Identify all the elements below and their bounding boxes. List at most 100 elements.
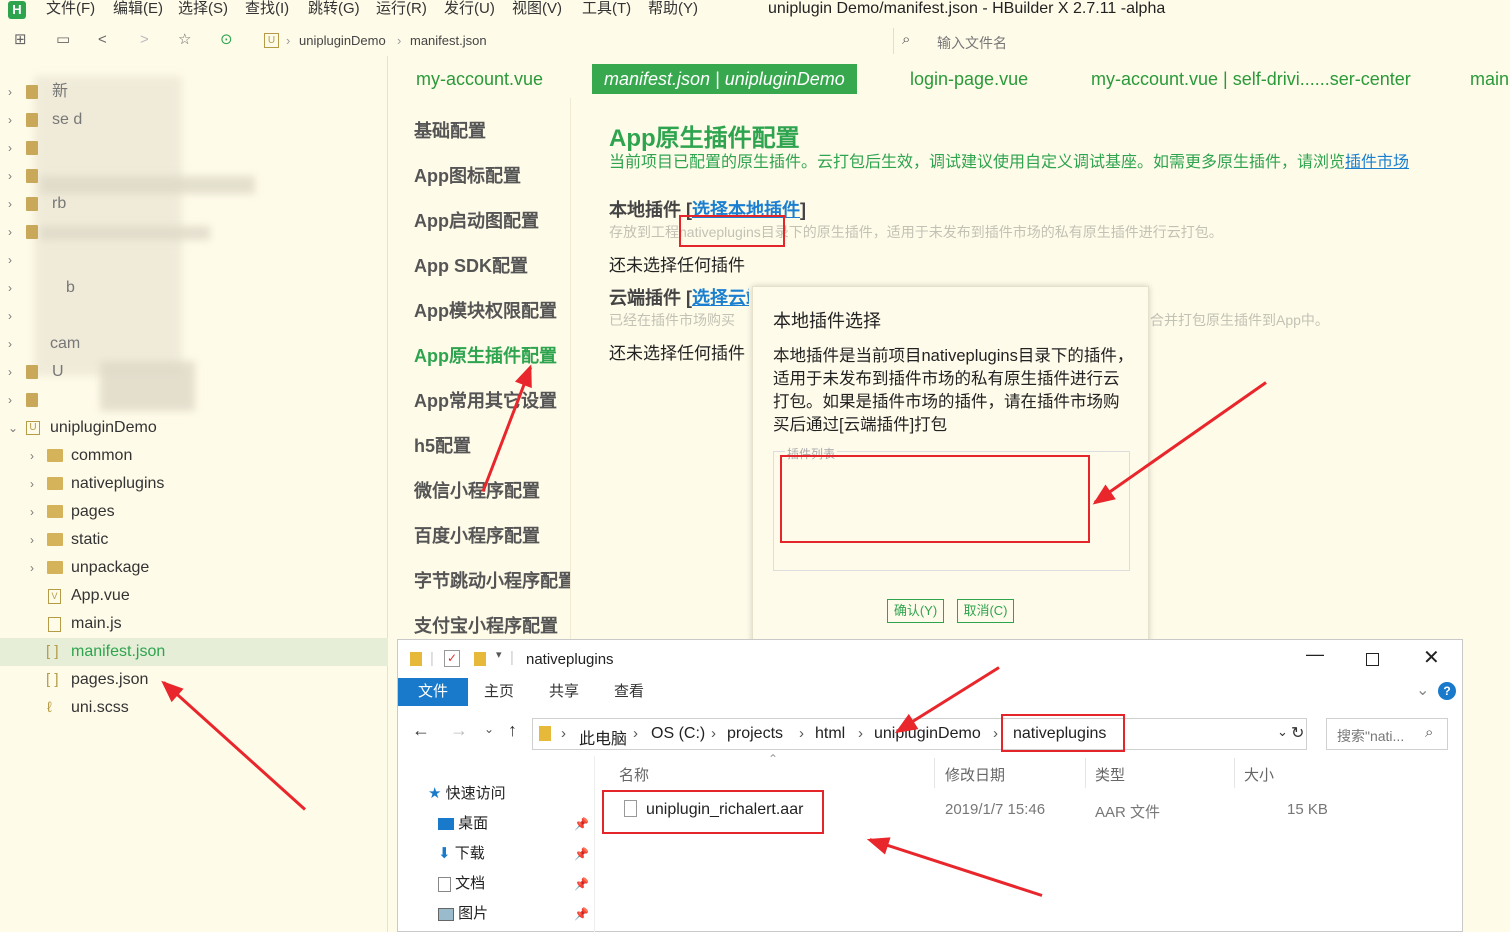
menu-run[interactable]: 运行(R) bbox=[376, 0, 427, 18]
tree-row[interactable]: › rb bbox=[0, 190, 388, 218]
select-cloud-plugin-link[interactable]: 选择云端插件 bbox=[692, 288, 749, 308]
tree-folder-nativeplugins[interactable]: › nativeplugins bbox=[0, 470, 388, 498]
forward-icon[interactable]: > bbox=[140, 31, 149, 49]
save-icon[interactable]: ▭ bbox=[56, 31, 70, 49]
tab-my-account[interactable]: my-account.vue bbox=[416, 64, 543, 94]
tree-row[interactable]: › 新 bbox=[0, 78, 388, 106]
tree-project-root[interactable]: ⌄ U unipluginDemo bbox=[0, 414, 388, 442]
tree-file-pages-json[interactable]: [ ] pages.json bbox=[0, 666, 388, 694]
menu-publish[interactable]: 发行(U) bbox=[444, 0, 495, 18]
close-icon[interactable]: ✕ bbox=[1423, 645, 1440, 670]
address-dropdown-icon[interactable]: ⌄ bbox=[1277, 724, 1288, 740]
explorer-search-input[interactable]: 搜索"nati... bbox=[1337, 726, 1404, 746]
explorer-search[interactable]: 搜索"nati... ⌕ bbox=[1326, 718, 1448, 750]
column-name[interactable]: 名称 bbox=[619, 764, 649, 785]
column-date[interactable]: 修改日期 bbox=[945, 764, 1005, 785]
new-file-icon[interactable]: ⊞ bbox=[14, 31, 27, 49]
path-projects[interactable]: projects bbox=[727, 725, 783, 743]
menu-tools[interactable]: 工具(T) bbox=[582, 0, 631, 18]
tree-row[interactable]: › cam bbox=[0, 330, 388, 358]
quick-access[interactable]: ★ 快速访问 bbox=[428, 780, 506, 808]
config-nav-baidu[interactable]: 百度小程序配置 bbox=[414, 522, 540, 548]
menu-select[interactable]: 选择(S) bbox=[178, 0, 228, 18]
column-type[interactable]: 类型 bbox=[1095, 764, 1125, 785]
config-nav-weixin[interactable]: 微信小程序配置 bbox=[414, 477, 540, 503]
breadcrumb-file[interactable]: manifest.json bbox=[410, 33, 487, 48]
tree-row[interactable]: › bbox=[0, 134, 388, 162]
path-drive[interactable]: OS (C:) bbox=[651, 725, 705, 743]
menu-find[interactable]: 查找(I) bbox=[245, 0, 289, 18]
config-nav-icon[interactable]: App图标配置 bbox=[414, 162, 521, 188]
ribbon-tab-file[interactable]: 文件 bbox=[398, 678, 468, 706]
menu-edit[interactable]: 编辑(E) bbox=[113, 0, 163, 18]
menu-view[interactable]: 视图(V) bbox=[512, 0, 562, 18]
ribbon-tab-share[interactable]: 共享 bbox=[549, 678, 579, 706]
menu-file[interactable]: 文件(F) bbox=[46, 0, 95, 18]
nav-pictures[interactable]: 图片 📌 bbox=[438, 900, 589, 928]
plugin-market-link[interactable]: 插件市场 bbox=[1345, 154, 1409, 171]
tree-row[interactable]: › bbox=[0, 302, 388, 330]
path-this-pc[interactable]: 此电脑 bbox=[579, 725, 627, 749]
up-arrow-icon[interactable]: ↑ bbox=[508, 720, 517, 741]
maximize-icon[interactable] bbox=[1366, 653, 1379, 666]
config-nav-sdk[interactable]: App SDK配置 bbox=[414, 252, 528, 278]
tree-folder-common[interactable]: › common bbox=[0, 442, 388, 470]
address-bar[interactable]: › 此电脑 › OS (C:) › projects › html › unip… bbox=[532, 714, 1307, 752]
file-search-bar[interactable]: ⌕ 输入文件名 bbox=[893, 28, 1510, 54]
tab-my-account-center[interactable]: my-account.vue | self-drivi......ser-cen… bbox=[1091, 64, 1411, 94]
tree-row[interactable]: › bbox=[0, 162, 388, 190]
minimize-icon[interactable]: — bbox=[1306, 644, 1324, 665]
back-arrow-icon[interactable]: ← bbox=[412, 720, 430, 741]
tab-manifest[interactable]: manifest.json | unipluginDemo bbox=[592, 64, 857, 94]
recent-dropdown-icon[interactable]: ⌄ bbox=[484, 722, 494, 736]
tree-file-main-js[interactable]: main.js bbox=[0, 610, 388, 638]
tree-file-app-vue[interactable]: V App.vue bbox=[0, 582, 388, 610]
quick-access-dropdown-icon[interactable]: ▾ bbox=[496, 648, 502, 661]
tree-folder-unpackage[interactable]: › unpackage bbox=[0, 554, 388, 582]
tree-row[interactable]: › se d bbox=[0, 106, 388, 134]
ribbon-tab-view[interactable]: 查看 bbox=[614, 678, 644, 706]
tree-folder-pages[interactable]: › pages bbox=[0, 498, 388, 526]
new-folder-icon[interactable] bbox=[474, 652, 486, 666]
config-nav-other[interactable]: App常用其它设置 bbox=[414, 387, 557, 413]
back-icon[interactable]: < bbox=[98, 31, 107, 49]
breadcrumb-project[interactable]: unipluginDemo bbox=[299, 33, 386, 48]
file-search-input[interactable]: 输入文件名 bbox=[937, 33, 1007, 53]
star-icon[interactable]: ☆ bbox=[178, 31, 191, 49]
properties-icon[interactable]: ✓ bbox=[444, 650, 460, 667]
menu-goto[interactable]: 跳转(G) bbox=[308, 0, 360, 18]
tree-row[interactable]: › U bbox=[0, 358, 388, 386]
path-project[interactable]: unipluginDemo bbox=[874, 725, 981, 743]
cloud-plugin-heading: 云端插件 [选择云端插件 bbox=[609, 284, 749, 310]
ribbon-expand-icon[interactable]: ⌄ bbox=[1416, 680, 1429, 700]
path-html[interactable]: html bbox=[815, 725, 845, 743]
tree-row[interactable]: › bbox=[0, 246, 388, 274]
forward-arrow-icon[interactable]: → bbox=[450, 720, 468, 741]
tab-main[interactable]: main bbox=[1470, 64, 1509, 94]
nav-desktop[interactable]: 桌面 📌 bbox=[438, 810, 589, 838]
column-size[interactable]: 大小 bbox=[1244, 764, 1274, 785]
confirm-button[interactable]: 确认(Y) bbox=[887, 599, 944, 623]
config-nav-permissions[interactable]: App模块权限配置 bbox=[414, 297, 557, 323]
tree-row[interactable]: › bbox=[0, 218, 388, 246]
nav-downloads[interactable]: ⬇ 下载 📌 bbox=[438, 840, 589, 868]
config-nav-toutiao[interactable]: 字节跳动小程序配置 bbox=[414, 567, 570, 593]
config-nav-splash[interactable]: App启动图配置 bbox=[414, 207, 539, 233]
tree-folder-static[interactable]: › static bbox=[0, 526, 388, 554]
cancel-button[interactable]: 取消(C) bbox=[957, 599, 1014, 623]
tree-file-manifest-json[interactable]: [ ] manifest.json bbox=[0, 638, 388, 666]
config-nav-basic[interactable]: 基础配置 bbox=[414, 117, 486, 143]
tree-row[interactable]: › b bbox=[0, 274, 388, 302]
tab-login-page[interactable]: login-page.vue bbox=[910, 64, 1028, 94]
tree-row[interactable]: › bbox=[0, 386, 388, 414]
run-icon[interactable]: ⊙ bbox=[220, 31, 233, 49]
refresh-icon[interactable]: ↻ bbox=[1291, 723, 1304, 743]
config-nav-alipay[interactable]: 支付宝小程序配置 bbox=[414, 612, 558, 638]
help-icon[interactable]: ? bbox=[1438, 682, 1456, 700]
nav-documents[interactable]: 文档 📌 bbox=[438, 870, 589, 898]
config-nav-native-plugins[interactable]: App原生插件配置 bbox=[414, 342, 557, 368]
ribbon-tab-home[interactable]: 主页 bbox=[484, 678, 514, 706]
menu-help[interactable]: 帮助(Y) bbox=[648, 0, 698, 18]
pin-icon: 📌 bbox=[574, 907, 589, 921]
config-nav-h5[interactable]: h5配置 bbox=[414, 432, 471, 458]
